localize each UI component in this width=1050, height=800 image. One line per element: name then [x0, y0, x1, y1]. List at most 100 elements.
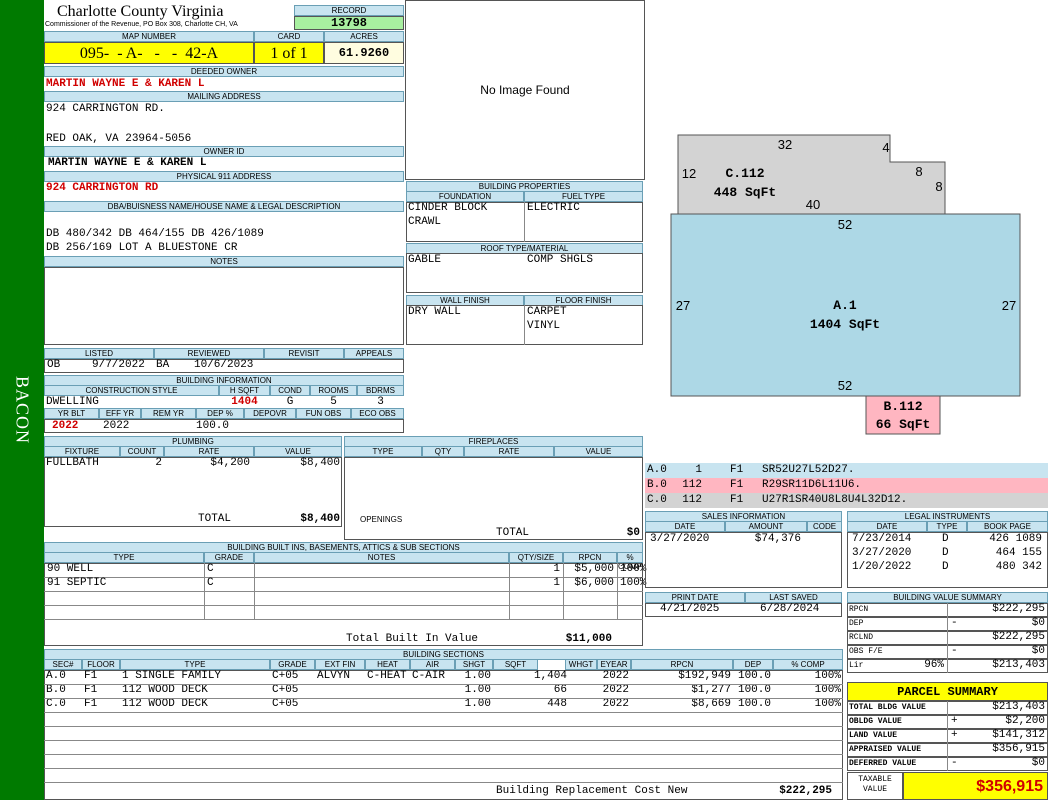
bvs-label: BUILDING VALUE SUMMARY [847, 592, 1048, 603]
plumbing-total: $8,400 [300, 513, 340, 525]
legal-date: 1/20/2022 [852, 561, 912, 573]
no-image-text: No Image Found [480, 83, 570, 97]
sales-col-0: DATE [645, 521, 725, 532]
notes-box [44, 267, 404, 345]
section-cell: 66 [553, 684, 567, 696]
section-cell: C-HEAT [367, 670, 407, 682]
owner-id-label: OWNER ID [44, 146, 404, 157]
hsqft-label: H SQFT [219, 385, 270, 396]
print-date-label: PRINT DATE [645, 592, 745, 603]
sketch-b-area: 66 SqFt [876, 417, 931, 432]
sections-col-10: EYEAR [597, 659, 631, 670]
sketch-c-area: 448 SqFt [714, 185, 776, 200]
legal-date: 7/23/2014 [852, 533, 912, 545]
section-cell: $1,277 [691, 684, 731, 696]
section-cell: 1 SINGLE FAMILY [122, 670, 222, 682]
parcel-sign: - [951, 757, 958, 769]
openings-label: OPENINGS [360, 515, 403, 524]
bvs-label: RCLND [849, 633, 874, 642]
section-cell: B.0 [46, 684, 66, 696]
fireplace-col-value: VALUE [554, 446, 643, 457]
bvs-value: $0 [1031, 645, 1045, 657]
fireplace-col-type: TYPE [344, 446, 422, 457]
traverse-sec: A.0 [647, 464, 667, 476]
section-cell: F1 [84, 698, 98, 710]
sections-col-8: SQFT [493, 659, 538, 670]
legal-description-label: DBA/BUISNESS NAME/HOUSE NAME & LEGAL DES… [44, 201, 404, 212]
section-cell: 100% [814, 698, 841, 710]
bvs-label: RPCN [849, 605, 869, 614]
traverse-floor: F1 [730, 479, 744, 491]
fuel-type-label: FUEL TYPE [524, 191, 643, 202]
eff-yr: 2022 [103, 420, 130, 432]
builtins-cell: 90 WELL [47, 563, 94, 575]
legal-date: 3/27/2020 [852, 547, 912, 559]
traverse-floor: F1 [730, 494, 744, 506]
parcel-label: LAND VALUE [849, 731, 898, 740]
builtins-col-1: GRADE [204, 552, 254, 563]
deeded-owner-label: DEEDED OWNER [44, 66, 404, 77]
floor-finish-2: VINYL [527, 320, 561, 332]
section-cell: C+05 [272, 670, 299, 682]
sections-col-2: TYPE [120, 659, 270, 670]
dim-c-notch: 4 [882, 140, 889, 155]
dim-a-top: 52 [838, 217, 852, 232]
sales-col-2: CODE [807, 521, 842, 532]
bvs-sign: - [951, 645, 958, 657]
section-cell: 1,404 [533, 670, 567, 682]
taxable-value: $356,915 [903, 772, 1048, 800]
dim-c-top: 32 [778, 137, 792, 152]
parcel-label: OBLDG VALUE [849, 717, 902, 726]
mailing-address-line2: RED OAK, VA 23964-5056 [46, 133, 192, 145]
reviewed-by: BA [156, 359, 170, 371]
sales-amount: $74,376 [754, 533, 801, 545]
builtins-cell: $6,000 [574, 577, 614, 589]
owner-id: MARTIN WAYNE E & KAREN L [48, 157, 207, 169]
legal-col-1: TYPE [927, 521, 967, 532]
plumbing-rate: $4,200 [210, 457, 250, 469]
fireplace-col-rate: RATE [464, 446, 554, 457]
builtins-cell: 1 [553, 577, 560, 589]
sections-col-12: DEP [733, 659, 773, 670]
sketch-a-label: A.1 [833, 298, 857, 313]
roof-box [406, 253, 643, 293]
listed-by: OB [47, 359, 61, 371]
taxable-label-2: VALUE [862, 785, 887, 794]
bvs-label: OBS F/E [849, 647, 883, 656]
section-cell: ALVYN [317, 670, 351, 682]
builtins-cell: C [207, 577, 214, 589]
traverse-n: 1 [695, 464, 702, 476]
listed-date: 9/7/2022 [92, 359, 145, 371]
ecoobs-label: ECO OBS [351, 408, 404, 419]
section-cell: $192,949 [678, 670, 731, 682]
section-cell: 448 [547, 698, 567, 710]
traverse-sec: C.0 [647, 494, 667, 506]
appeals-label: APPEALS [344, 348, 404, 359]
funobs-label: FUN OBS [296, 408, 351, 419]
floor-finish-1: CARPET [527, 306, 567, 318]
section-cell: 100.0 [737, 684, 771, 696]
bvs-value: $222,295 [992, 631, 1045, 643]
sections-col-3: GRADE [270, 659, 315, 670]
bvs-value: $222,295 [992, 603, 1045, 615]
acres-label: ACRES [324, 31, 404, 42]
sections-col-9: WHGT [565, 659, 597, 670]
section-cell: 2022 [602, 684, 629, 696]
roof-2: COMP SHGLS [527, 254, 594, 266]
parcel-value: $0 [1031, 757, 1045, 769]
fireplace-col-qty: QTY [422, 446, 464, 457]
traverse-sec: B.0 [647, 479, 667, 491]
plumbing-value: $8,400 [300, 457, 340, 469]
bdrms-label: BDRMS [357, 385, 404, 396]
sections-col-13: % COMP [773, 659, 843, 670]
parcel-value: $356,915 [992, 743, 1045, 755]
parcel-value: $213,403 [992, 701, 1045, 713]
record-value: 13798 [294, 16, 404, 30]
builtins-cell: $5,000 [574, 563, 614, 575]
bvs-label: Lir [849, 661, 864, 670]
mailing-address-label: MAILING ADDRESS [44, 91, 404, 102]
legal-line1: DB 480/342 DB 464/155 DB 426/1089 [46, 228, 264, 240]
parcel-label: TOTAL BLDG VALUE [849, 703, 926, 712]
plumbing-col-rate: RATE [164, 446, 254, 457]
rcn-label: Building Replacement Cost New [496, 785, 688, 797]
